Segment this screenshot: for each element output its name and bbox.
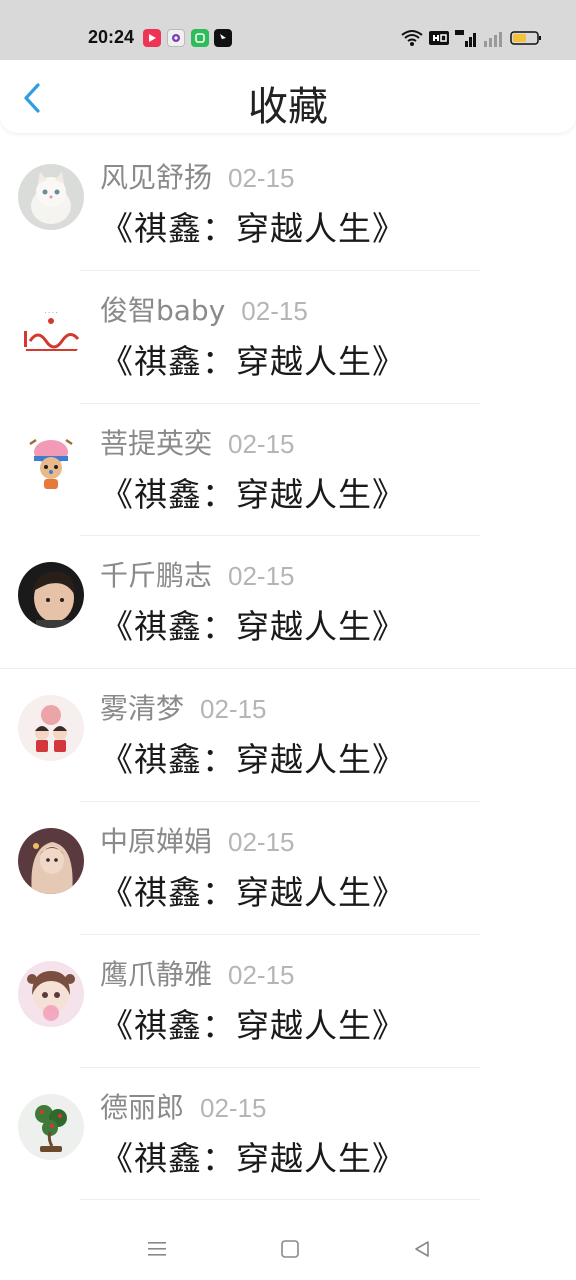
signal-icon [484,32,502,47]
list-item[interactable]: 鹰爪静雅 02-15 《祺鑫：穿越人生》 [0,935,576,1068]
circle-app-icon [167,29,185,47]
user-name: 千斤鹏志 [100,559,213,593]
user-name: 风见舒扬 [100,161,213,194]
date: 02-15 [200,1092,267,1123]
book-title: 《祺鑫：穿越人生》 [100,341,406,381]
green-app-icon [191,29,209,47]
date: 02-15 [228,163,295,193]
name-line: 中原婵娟 02-15 [100,820,295,860]
anime-girl-avatar [18,827,84,894]
book-title: 《祺鑫：穿越人生》 [100,607,406,647]
favorites-list: 风见舒扬 02-15 《祺鑫：穿越人生》 · · · · 俊智baby 02-1… [0,138,576,1201]
list-item[interactable]: 雾清梦 02-15 《祺鑫：穿越人生》 [0,669,576,802]
nav-home-button[interactable] [275,1234,305,1264]
system-nav-bar [0,1220,576,1280]
child-photo-avatar [18,562,84,629]
name-line: 菩提英奕 02-15 [100,422,295,462]
wifi-icon [401,30,423,46]
back-triangle-icon [415,1241,429,1257]
nav-back-button[interactable] [407,1234,437,1264]
book-title: 《祺鑫：穿越人生》 [100,1138,406,1178]
list-item[interactable]: 菩提英奕 02-15 《祺鑫：穿越人生》 [0,404,576,537]
date: 02-15 [228,428,295,459]
black-app-icon [214,29,232,47]
header: 收藏 [0,60,576,133]
user-name: 雾清梦 [100,692,185,726]
name-line: 鹰爪静雅 02-15 [100,953,295,993]
menu-icon [148,1242,166,1256]
user-name: 德丽郎 [100,1090,185,1124]
book-title: 《祺鑫：穿越人生》 [100,474,406,514]
list-item[interactable]: 德丽郎 02-15 《祺鑫：穿越人生》 [0,1068,576,1201]
date: 02-15 [228,561,295,592]
list-item[interactable]: · · · · 俊智baby 02-15 《祺鑫：穿越人生》 [0,271,576,404]
name-line: 风见舒扬 02-15 [100,156,295,196]
name-line: 德丽郎 02-15 [100,1086,267,1126]
svg-text:· · · ·: · · · · [44,310,57,317]
date: 02-15 [228,959,295,990]
battery-icon [510,31,541,45]
user-name: 鹰爪静雅 [100,957,213,991]
divider [80,1199,480,1201]
page-title: 收藏 [248,84,328,130]
date: 02-15 [241,295,308,326]
list-item[interactable]: 中原婵娟 02-15 《祺鑫：穿越人生》 [0,802,576,935]
chopper-avatar [18,429,84,496]
status-bar: 20:24 [0,0,576,60]
signal-5g-icon [455,30,476,47]
date: 02-15 [200,694,267,725]
book-title: 《祺鑫：穿越人生》 [100,740,406,780]
hd-icon [429,31,449,45]
book-title: 《祺鑫：穿越人生》 [100,209,406,248]
book-title: 《祺鑫：穿越人生》 [100,872,406,912]
user-name: 中原婵娟 [100,824,213,858]
red-logo-avatar: · · · · [18,296,84,363]
white-cat-avatar [18,164,84,230]
list-item[interactable]: 千斤鹏志 02-15 《祺鑫：穿越人生》 [0,536,576,670]
user-name: 俊智baby [100,293,226,327]
list-item[interactable]: 风见舒扬 02-15 《祺鑫：穿越人生》 [0,138,576,271]
cartoon-couple-avatar [18,695,84,762]
name-line: 雾清梦 02-15 [100,687,267,727]
nav-menu-button[interactable] [142,1234,172,1264]
name-line: 千斤鹏志 02-15 [100,554,295,594]
status-time: 20:24 [88,27,135,47]
name-line: 俊智baby 02-15 [100,289,308,329]
user-name: 菩提英奕 [100,426,213,460]
media-app-icon [143,29,161,47]
book-title: 《祺鑫：穿越人生》 [100,1005,406,1045]
pink-anime-avatar [18,960,84,1027]
bonsai-avatar [18,1093,84,1160]
home-icon [281,1240,299,1258]
date: 02-15 [228,826,295,857]
